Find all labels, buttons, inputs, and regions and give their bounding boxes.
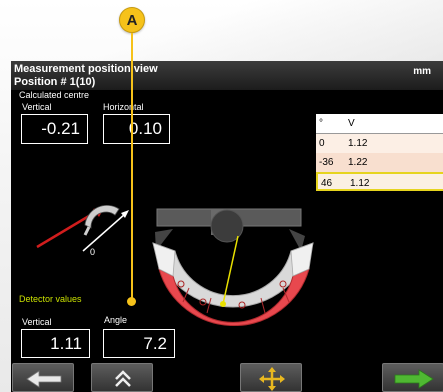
chevron-double-up-icon <box>115 370 131 387</box>
callout-a-dot <box>127 297 136 306</box>
row-v: 1.22 <box>348 157 368 168</box>
centre-vertical-label: Vertical <box>22 102 52 112</box>
back-button[interactable] <box>12 363 74 392</box>
rotation-label: 0 <box>90 247 96 257</box>
move-arrows-icon <box>259 367 285 391</box>
unit-label: mm <box>413 66 431 77</box>
table-row[interactable]: 0 1.12 <box>316 134 443 153</box>
angle-table-header: ° V <box>316 114 443 134</box>
position-indicator: Position # 1(10) <box>14 76 96 88</box>
centre-vertical-value: -0.21 <box>21 114 88 144</box>
angle-column-header: ° <box>319 118 323 129</box>
expand-up-button[interactable] <box>91 363 153 392</box>
table-row[interactable]: -36 1.22 <box>316 153 443 172</box>
device-screen: Measurement position view Position # 1(1… <box>11 61 443 392</box>
centre-horizontal-label: Horizontal <box>103 102 144 112</box>
row-v: 1.12 <box>348 138 368 149</box>
row-angle: 0 <box>319 138 325 149</box>
detector-values-heading: Detector values <box>19 294 82 304</box>
detector-angle-label: Angle <box>104 315 128 325</box>
detector-angle-value: 7.2 <box>103 329 175 358</box>
row-angle: -36 <box>319 157 334 168</box>
page-corner-shade <box>0 0 443 70</box>
rotation-direction-icon <box>36 205 129 252</box>
angle-table: ° V 0 1.12 -36 1.22 46 1.12 <box>316 114 443 191</box>
table-row-selected[interactable]: 46 1.12 <box>316 172 443 191</box>
detector-gauge <box>152 208 314 326</box>
callout-a-badge: A <box>119 7 145 33</box>
detector-vertical-label: Vertical <box>22 317 52 327</box>
v-column-header: V <box>348 118 355 129</box>
calculated-centre-heading: Calculated centre <box>19 90 90 100</box>
detector-vertical-value: 1.11 <box>21 329 90 358</box>
arrow-right-icon <box>394 369 434 389</box>
row-angle: 46 <box>321 178 333 189</box>
arrow-left-icon <box>26 370 62 388</box>
next-button[interactable] <box>382 363 443 392</box>
centre-horizontal-value: 0.10 <box>103 114 170 144</box>
row-v: 1.12 <box>350 178 370 189</box>
title-bar: Measurement position view Position # 1(1… <box>11 61 443 90</box>
callout-a-line <box>131 33 133 299</box>
move-button[interactable] <box>240 363 302 392</box>
view-title: Measurement position view <box>14 63 158 75</box>
